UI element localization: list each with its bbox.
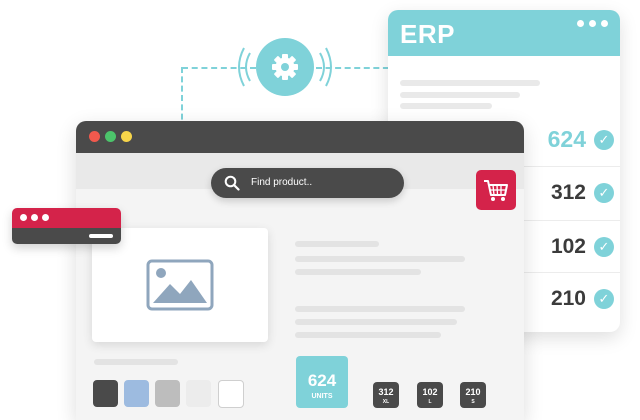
gear-icon	[272, 54, 298, 80]
erp-row-value: 312	[550, 181, 586, 204]
color-swatch[interactable]	[218, 380, 244, 408]
check-icon: ✓	[594, 130, 614, 150]
color-swatch[interactable]	[186, 380, 211, 407]
size-label: S	[471, 399, 475, 405]
product-text-line	[295, 269, 421, 275]
browser-title-bar	[76, 121, 524, 153]
units-badge: 624 UNITS	[296, 356, 348, 408]
units-value: 624	[307, 371, 337, 390]
color-swatch[interactable]	[155, 380, 180, 407]
check-icon: ✓	[594, 237, 614, 257]
erp-row-value: 210	[550, 287, 586, 310]
size-option[interactable]: 312 XL	[373, 382, 399, 408]
mini-window-dots[interactable]	[20, 214, 49, 221]
erp-text-line	[400, 92, 520, 98]
search-input[interactable]: Find product..	[251, 177, 312, 188]
image-placeholder-icon	[146, 259, 214, 311]
signal-waves-right-icon	[319, 47, 332, 87]
product-text-line	[295, 306, 465, 312]
product-text-line	[295, 256, 465, 262]
mini-window	[12, 208, 121, 244]
erp-row-value: 624	[547, 126, 586, 152]
mini-window-bar	[89, 234, 113, 238]
color-swatch[interactable]	[124, 380, 149, 407]
maximize-dot[interactable]	[121, 131, 132, 142]
product-image-card[interactable]	[92, 228, 268, 342]
size-label: XL	[382, 399, 390, 405]
product-text-line	[295, 319, 457, 325]
units-label: UNITS	[311, 393, 333, 400]
mini-window-header	[12, 208, 121, 228]
shopping-cart-icon	[484, 180, 508, 201]
check-icon: ✓	[594, 183, 614, 203]
color-swatch[interactable]	[93, 380, 118, 407]
product-text-line	[295, 241, 379, 247]
size-option[interactable]: 102 L	[417, 382, 443, 408]
size-option[interactable]: 210 S	[460, 382, 486, 408]
minimize-dot[interactable]	[105, 131, 116, 142]
size-stock-value: 312	[378, 387, 394, 397]
product-text-line	[295, 332, 441, 338]
sync-gear-button[interactable]	[256, 38, 314, 96]
cart-button[interactable]	[476, 170, 516, 210]
size-stock-value: 102	[422, 387, 438, 397]
erp-title: ERP	[400, 19, 455, 49]
erp-menu-dots[interactable]	[577, 20, 608, 27]
close-dot[interactable]	[89, 131, 100, 142]
size-label: L	[428, 399, 432, 405]
erp-text-line	[400, 103, 492, 109]
erp-row-value: 102	[550, 235, 586, 258]
search-icon	[224, 175, 240, 191]
color-label-line	[94, 359, 178, 365]
size-stock-value: 210	[465, 387, 481, 397]
erp-header: ERP	[388, 10, 620, 56]
mini-window-body	[12, 228, 121, 244]
connector-line-down	[181, 67, 183, 129]
search-bar[interactable]: Find product..	[211, 168, 404, 198]
check-icon: ✓	[594, 289, 614, 309]
signal-waves-left-icon	[238, 47, 251, 87]
erp-text-line	[400, 80, 540, 86]
